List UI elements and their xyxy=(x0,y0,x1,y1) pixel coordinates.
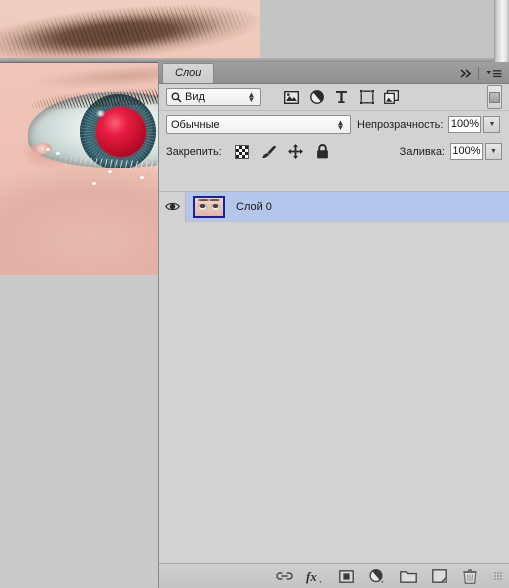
layer-row[interactable]: Слой 0 xyxy=(159,192,509,222)
layer-visibility-toggle[interactable] xyxy=(159,192,186,222)
eye-icon xyxy=(164,201,180,212)
thumb-right-eye xyxy=(211,203,220,210)
filter-toggle-knob xyxy=(489,91,500,103)
opacity-dropdown-arrow[interactable]: ▼ xyxy=(483,116,501,133)
skin-sparkle xyxy=(140,176,144,179)
panel-tabbar: Слои xyxy=(159,63,509,84)
opacity-label: Непрозрачность: xyxy=(357,118,444,131)
filter-pixel-layers-icon[interactable] xyxy=(283,89,300,106)
fill-input[interactable]: 100% xyxy=(450,143,483,160)
delete-layer-trash-icon[interactable] xyxy=(461,567,479,585)
workspace-empty-area xyxy=(0,275,158,588)
add-layer-mask-icon[interactable] xyxy=(337,567,355,585)
layer-name[interactable]: Слой 0 xyxy=(236,201,272,213)
fill-dropdown-arrow[interactable]: ▼ xyxy=(485,143,502,160)
lock-transparent-pixels-icon[interactable] xyxy=(234,144,250,160)
filter-type-layers-icon[interactable] xyxy=(333,89,350,106)
new-group-folder-icon[interactable] xyxy=(399,567,417,585)
new-adjustment-layer-icon[interactable] xyxy=(368,567,386,585)
panel-resize-grip[interactable] xyxy=(494,571,503,581)
layers-panel-bottom-toolbar: fx xyxy=(159,563,509,588)
lock-icons xyxy=(234,144,331,160)
lock-image-pixels-brush-icon[interactable] xyxy=(261,144,277,160)
opacity-input[interactable]: 100% xyxy=(448,116,482,133)
lock-row: Закрепить: Заливка: 100% ▼ xyxy=(159,138,509,165)
skin-sparkle xyxy=(46,148,50,151)
layer-filter-row: Вид ▲ ▼ xyxy=(159,84,509,111)
filter-adjustment-layers-icon[interactable] xyxy=(308,89,325,106)
filter-enable-toggle[interactable] xyxy=(487,85,502,109)
filter-shape-layers-icon[interactable] xyxy=(358,89,375,106)
svg-text:fx: fx xyxy=(306,569,317,584)
filter-kind-icons xyxy=(283,89,400,106)
lock-all-padlock-icon[interactable] xyxy=(315,144,331,160)
lock-position-move-icon[interactable] xyxy=(288,144,304,160)
skin-sparkle xyxy=(92,182,96,185)
filter-stepper-arrows[interactable]: ▲ ▼ xyxy=(246,91,257,104)
filter-type-select[interactable]: Вид ▲ ▼ xyxy=(166,88,261,106)
thumb-left-eye xyxy=(198,203,207,210)
panel-menu-icon[interactable] xyxy=(483,64,509,83)
layer-thumbnail-eyes[interactable] xyxy=(193,195,225,218)
layer-list[interactable]: Слой 0 xyxy=(159,191,509,564)
magnifier-icon xyxy=(170,92,182,103)
vertical-scrollbar[interactable] xyxy=(494,0,509,62)
layer-style-fx-icon[interactable]: fx xyxy=(306,567,324,585)
tabbar-divider xyxy=(478,67,479,80)
lock-label: Закрепить: xyxy=(166,145,222,158)
skin-sparkle xyxy=(56,152,60,155)
skin-sparkle xyxy=(108,170,112,173)
filter-type-value: Вид xyxy=(185,91,205,103)
blend-mode-select[interactable]: Обычные ▲ ▼ xyxy=(166,115,351,134)
blend-mode-value: Обычные xyxy=(171,118,220,131)
blend-stepper-arrows[interactable]: ▲ ▼ xyxy=(335,118,346,131)
blend-mode-row: Обычные ▲ ▼ Непрозрачность: 100% ▼ xyxy=(159,111,509,138)
document-window xyxy=(0,0,498,275)
layers-panel: Слои Вид ▲ ▼ Обычные ▲ ▼ Непрозрачность:… xyxy=(158,62,509,588)
double-chevron-right-icon[interactable] xyxy=(456,64,476,83)
link-layers-icon[interactable] xyxy=(275,567,293,585)
tab-layers[interactable]: Слои xyxy=(162,63,215,83)
app-workspace: Слои Вид ▲ ▼ Обычные ▲ ▼ Непрозрачность:… xyxy=(0,0,509,588)
document-empty-area xyxy=(260,0,497,60)
filter-smart-objects-icon[interactable] xyxy=(383,89,400,106)
pupil-highlight xyxy=(96,110,105,117)
fill-label: Заливка: xyxy=(399,145,445,158)
new-layer-icon[interactable] xyxy=(430,567,448,585)
